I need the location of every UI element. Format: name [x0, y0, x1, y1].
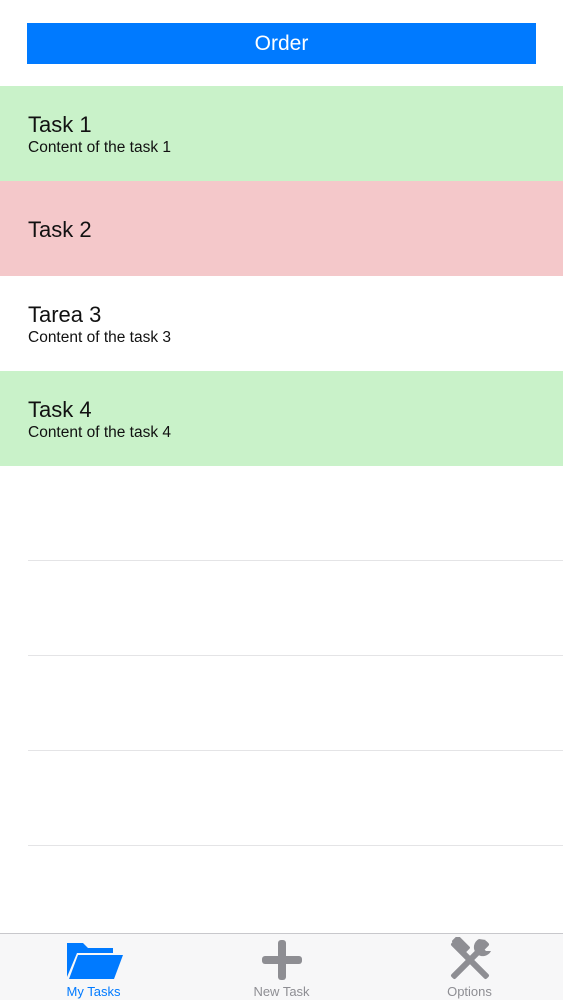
task-content: Content of the task 4 — [28, 424, 172, 441]
task-row[interactable]: Tarea 3 Content of the task 3 — [0, 276, 563, 371]
empty-row — [0, 466, 563, 561]
tab-label: New Task — [253, 984, 310, 999]
tab-label: My Tasks — [66, 984, 121, 999]
tab-bar: My Tasks New Task Options — [0, 933, 563, 1000]
task-title: Task 1 — [28, 112, 92, 137]
task-title: Tarea 3 — [28, 302, 102, 327]
task-row[interactable]: Task 4 Content of the task 4 — [0, 371, 563, 466]
tab-new-task[interactable]: New Task — [188, 934, 375, 1000]
order-button[interactable]: Order — [27, 23, 536, 64]
empty-list-area — [0, 466, 563, 933]
app-screen: Order Task 1 Content of the task 1 Task … — [0, 0, 563, 1000]
folder-icon — [66, 943, 123, 979]
empty-row — [0, 656, 563, 751]
task-list: Task 1 Content of the task 1 Task 2 Tare… — [0, 86, 563, 466]
task-title: Task 2 — [28, 217, 92, 242]
empty-row — [0, 561, 563, 656]
tab-my-tasks[interactable]: My Tasks — [0, 934, 187, 1000]
tab-options[interactable]: Options — [376, 934, 563, 1000]
empty-row — [0, 751, 563, 846]
order-bar: Order — [0, 0, 563, 86]
task-content: Content of the task 3 — [28, 329, 172, 346]
tools-icon — [450, 937, 491, 979]
task-title: Task 4 — [28, 397, 92, 422]
task-row[interactable]: Task 1 Content of the task 1 — [0, 86, 563, 181]
row-separator — [28, 845, 563, 846]
task-content: Content of the task 1 — [28, 139, 172, 156]
tab-label: Options — [447, 984, 492, 999]
plus-icon — [261, 940, 302, 980]
task-row[interactable]: Task 2 — [0, 181, 563, 276]
